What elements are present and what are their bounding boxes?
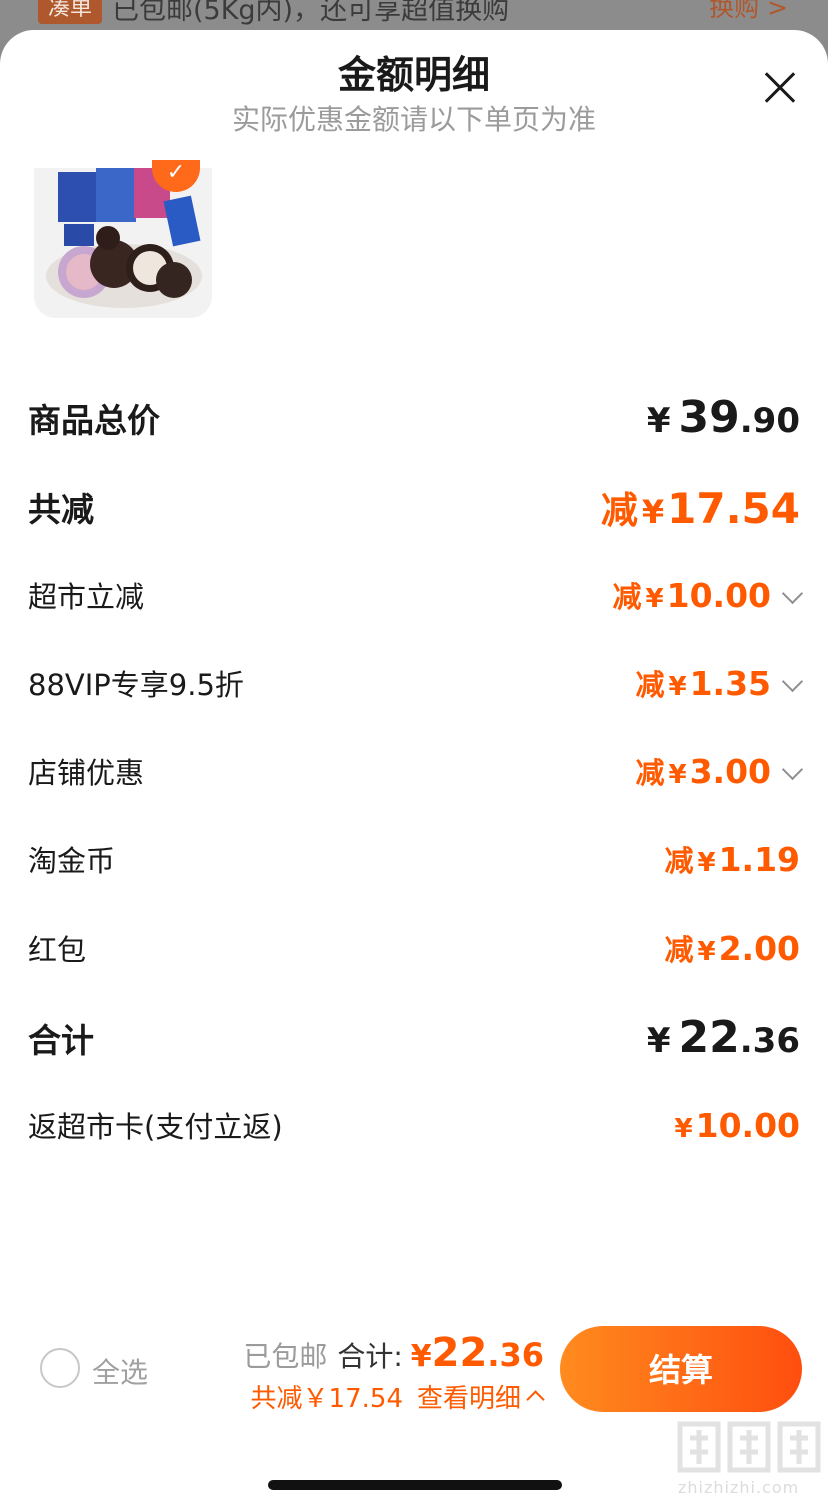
discount-value: 减 ¥ 1.19 [664, 840, 800, 879]
row-red-packet: 红包 减 ¥ 2.00 [28, 927, 800, 969]
rebate-value: ¥ 10.00 [674, 1105, 800, 1145]
watermark-logo [677, 1421, 821, 1473]
chevron-up-icon[interactable] [526, 1390, 545, 1409]
discount-label: 超市立减 [28, 580, 145, 614]
chevron-down-icon[interactable] [781, 758, 804, 781]
row-taojinbi: 淘金币 减 ¥ 1.19 [28, 838, 800, 880]
sum-label: 合计 [28, 1020, 94, 1060]
total-currency: ¥ [410, 1339, 432, 1374]
total-label: 合计: [337, 1340, 403, 1373]
watermark: zhizhizhi.com [676, 1418, 822, 1498]
saved-summary: 共减￥17.54 查看明细 [250, 1378, 545, 1415]
row-total-saved: 共减 减 ¥ 17.54 [28, 480, 800, 534]
product-thumbnail[interactable] [34, 168, 212, 318]
view-detail-link[interactable]: 查看明细 [417, 1378, 521, 1415]
chevron-down-icon[interactable] [781, 670, 804, 693]
select-all-radio[interactable] [40, 1348, 80, 1388]
total-saved-label: 共减 [28, 490, 94, 529]
rebate-label: 返超市卡(支付立返) [28, 1110, 283, 1144]
select-all-label[interactable]: 全选 [92, 1351, 148, 1391]
checkout-total: 已包邮 合计: ¥ 22 .36 [243, 1330, 544, 1376]
row-88vip-discount[interactable]: 88VIP专享9.5折 减 ¥ 1.35 [28, 662, 804, 704]
discount-label: 88VIP专享9.5折 [28, 668, 244, 702]
discount-value: 减 ¥ 10.00 [613, 574, 804, 616]
discount-label: 红包 [28, 933, 87, 967]
discount-label: 淘金币 [28, 844, 116, 878]
banner-link[interactable]: 换购 > [709, 0, 788, 24]
discount-value: 减 ¥ 3.00 [635, 750, 804, 792]
chevron-down-icon[interactable] [781, 582, 804, 605]
close-icon[interactable] [762, 70, 798, 106]
home-indicator [268, 1480, 562, 1490]
row-store-discount[interactable]: 店铺优惠 减 ¥ 3.00 [28, 750, 804, 792]
row-sum: 合计 ¥ 22 .36 [28, 1012, 800, 1063]
total-saved-value: 减 ¥ 17.54 [600, 484, 800, 533]
goods-total-value: ¥ 39 .90 [646, 392, 800, 443]
sheet-subtitle: 实际优惠金额请以下单页为准 [231, 103, 596, 136]
watermark-site: zhizhizhi.com [678, 1478, 800, 1497]
discount-value: 减 ¥ 1.35 [635, 662, 804, 704]
sum-value: ¥ 22 .36 [646, 1012, 800, 1063]
banner-text: 已包邮(5Kg内)，还可享超值换购 [112, 0, 510, 26]
saved-text: 共减￥17.54 [250, 1384, 403, 1414]
goods-total-label: 商品总价 [28, 400, 160, 440]
shipping-label: 已包邮 [243, 1340, 328, 1373]
total-int: 22 [431, 1330, 488, 1376]
banner-tag: 凑单 [38, 0, 103, 24]
row-rebate: 返超市卡(支付立返) ¥ 10.00 [28, 1104, 800, 1146]
row-goods-total: 商品总价 ¥ 39 .90 [28, 392, 800, 443]
checkout-button[interactable]: 结算 [560, 1326, 802, 1412]
row-supermarket-discount[interactable]: 超市立减 减 ¥ 10.00 [28, 574, 804, 616]
total-dec: .36 [487, 1336, 544, 1374]
discount-value: 减 ¥ 2.00 [664, 929, 800, 968]
discount-label: 店铺优惠 [28, 756, 145, 790]
sheet-title: 金额明细 [337, 53, 490, 97]
